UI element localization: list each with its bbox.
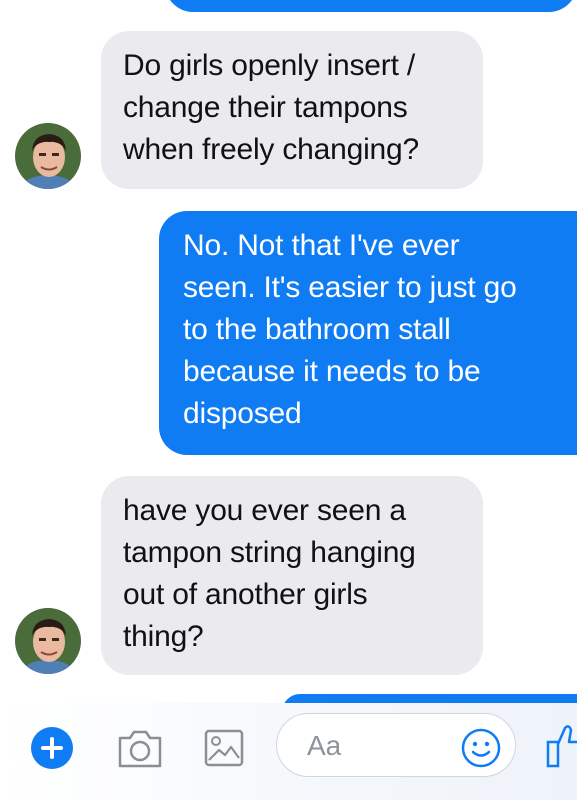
message-text-line: disposed xyxy=(183,397,302,430)
message-text-line: thing? xyxy=(123,620,204,653)
thumbs-up-icon[interactable] xyxy=(545,722,577,773)
emoji-icon[interactable] xyxy=(460,727,502,774)
message-text-line: tampon string hanging xyxy=(123,536,416,569)
gallery-icon[interactable] xyxy=(203,728,245,773)
message-text-line: to the bathroom stall xyxy=(183,313,451,346)
message-bubble-outgoing[interactable]: No. Not that I've ever seen. It's easier… xyxy=(159,211,577,455)
message-text-line: out of another girls xyxy=(123,578,368,611)
avatar[interactable] xyxy=(15,123,81,189)
outgoing-bubble-partial-top xyxy=(165,0,577,12)
avatar[interactable] xyxy=(15,608,81,674)
message-text-line: seen. It's easier to just go xyxy=(183,271,517,304)
message-text-line: change their tampons xyxy=(123,91,408,124)
message-input-placeholder: Aa xyxy=(307,730,342,761)
camera-icon[interactable] xyxy=(116,728,164,775)
message-bubble-incoming[interactable]: have you ever seen a tampon string hangi… xyxy=(101,476,483,675)
message-bubble-incoming[interactable]: Do girls openly insert / change their ta… xyxy=(101,31,483,189)
avatar-image xyxy=(15,123,81,189)
message-text-line: No. Not that I've ever xyxy=(183,229,460,262)
message-text-line: Do girls openly insert / xyxy=(123,49,415,82)
avatar-image xyxy=(15,608,81,674)
message-text-line: have you ever seen a xyxy=(123,494,406,527)
message-text-line: when freely changing? xyxy=(123,133,420,166)
message-text-line: because it needs to be xyxy=(183,355,481,388)
plus-icon[interactable] xyxy=(31,727,73,774)
